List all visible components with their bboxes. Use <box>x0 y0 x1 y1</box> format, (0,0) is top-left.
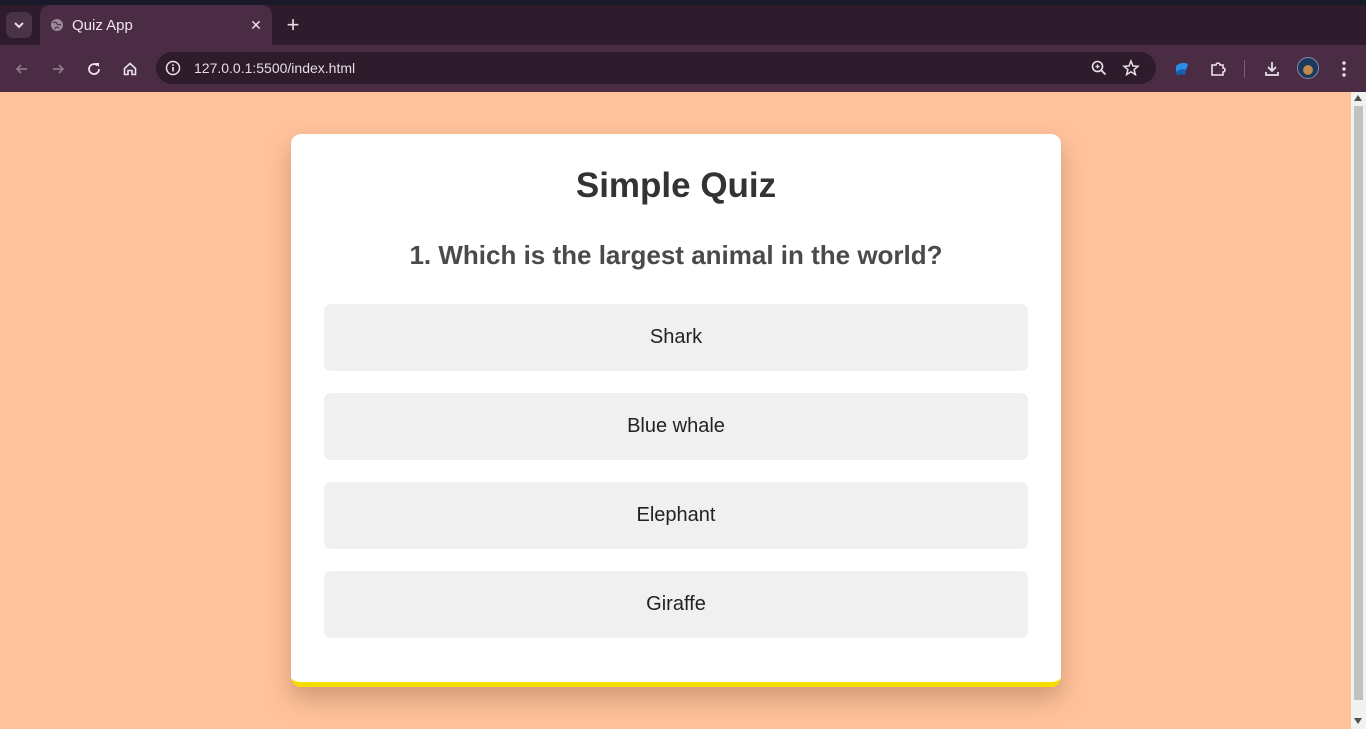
extension-button[interactable] <box>1167 54 1197 84</box>
tab-quiz-app[interactable]: Quiz App ✕ <box>40 5 272 45</box>
answer-button[interactable]: Shark <box>324 304 1028 371</box>
bookmark-star-icon[interactable] <box>1122 59 1140 77</box>
extensions-button[interactable] <box>1203 54 1233 84</box>
tab-search-button[interactable] <box>6 12 32 38</box>
close-tab-icon[interactable]: ✕ <box>245 14 267 36</box>
tab-bar: Quiz App ✕ + <box>0 5 1366 45</box>
tab-title: Quiz App <box>72 16 133 34</box>
arrow-right-icon <box>53 64 65 74</box>
back-button[interactable] <box>7 54 37 84</box>
toolbar-separator <box>1244 60 1245 78</box>
globe-icon <box>50 18 64 32</box>
quiz-card: Simple Quiz 1. Which is the largest anim… <box>291 134 1061 687</box>
scroll-down-arrow-icon[interactable] <box>1354 718 1362 724</box>
answer-button[interactable]: Elephant <box>324 482 1028 549</box>
forward-button[interactable] <box>43 54 73 84</box>
question-text: 1. Which is the largest animal in the wo… <box>409 240 943 270</box>
answer-button[interactable]: Blue whale <box>324 393 1028 460</box>
arrow-left-icon <box>15 64 27 74</box>
menu-button[interactable] <box>1329 54 1359 84</box>
reload-icon <box>88 63 100 75</box>
vertical-scrollbar[interactable] <box>1351 92 1366 729</box>
site-info-icon[interactable] <box>165 60 181 76</box>
download-icon <box>1265 62 1279 76</box>
puzzle-icon <box>1211 62 1226 76</box>
zoom-icon[interactable] <box>1090 59 1108 77</box>
kebab-menu-icon <box>1342 61 1346 77</box>
extension-logo-icon <box>1176 62 1188 76</box>
profile-avatar[interactable] <box>1297 57 1319 79</box>
new-tab-button[interactable]: + <box>280 12 306 38</box>
url-text[interactable]: 127.0.0.1:5500/index.html <box>194 60 355 76</box>
scrollbar-thumb[interactable] <box>1354 106 1363 700</box>
home-button[interactable] <box>115 54 145 84</box>
chevron-down-icon <box>14 22 24 29</box>
downloads-button[interactable] <box>1257 54 1287 84</box>
browser-toolbar: 127.0.0.1:5500/index.html <box>0 45 1366 92</box>
page-viewport: Simple Quiz 1. Which is the largest anim… <box>0 92 1351 729</box>
reload-button[interactable] <box>79 54 109 84</box>
address-bar[interactable]: 127.0.0.1:5500/index.html <box>156 52 1156 84</box>
answer-list: Shark Blue whale Elephant Giraffe <box>324 304 1028 660</box>
quiz-title: Simple Quiz <box>575 166 777 205</box>
answer-button[interactable]: Giraffe <box>324 571 1028 638</box>
home-icon <box>123 62 137 76</box>
scroll-up-arrow-icon[interactable] <box>1354 95 1362 101</box>
